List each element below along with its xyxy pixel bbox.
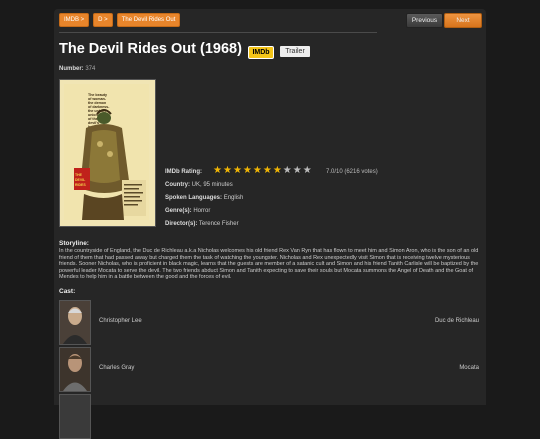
storyline-heading: Storyline:	[59, 240, 89, 247]
breadcrumb-imdb[interactable]: IMDB >	[59, 13, 90, 27]
genres-row: Genre(s): Horror	[165, 208, 210, 214]
star-filled-icon: ★	[252, 165, 262, 176]
movie-number: Number: 374	[59, 66, 95, 72]
cast-name[interactable]: Christopher Lee	[99, 318, 142, 324]
star-empty-icon: ★	[302, 165, 312, 176]
movie-poster: The beauty of woman- the demon of darkne…	[59, 79, 156, 227]
previous-button[interactable]: Previous	[406, 13, 443, 28]
star-filled-icon: ★	[222, 165, 232, 176]
country-label: Country:	[165, 182, 190, 188]
cast-heading: Cast:	[59, 288, 76, 295]
poster-art: The beauty of woman- the demon of darkne…	[64, 84, 149, 220]
languages-label: Spoken Languages:	[165, 195, 223, 201]
cast-photo[interactable]	[59, 394, 91, 439]
breadcrumb: IMDB > D > The Devil Rides Out	[59, 13, 181, 27]
star-filled-icon: ★	[232, 165, 242, 176]
number-label: Number:	[59, 66, 84, 72]
page-title: The Devil Rides Out (1968)	[59, 41, 242, 57]
storyline-text: In the countryside of England, the Duc d…	[59, 248, 479, 281]
star-filled-icon: ★	[272, 165, 282, 176]
rating-label: IMDb Rating:	[165, 169, 202, 175]
breadcrumb-title[interactable]: The Devil Rides Out	[116, 13, 181, 27]
imdb-rating-row: IMDb Rating:	[165, 169, 202, 175]
svg-text:THE: THE	[75, 173, 83, 177]
genres-label: Genre(s):	[165, 208, 192, 214]
svg-text:RIDES: RIDES	[75, 183, 86, 187]
languages-row: Spoken Languages: English	[165, 195, 243, 201]
cast-role: Duc de Richleau	[434, 318, 479, 324]
languages-value: English	[223, 195, 244, 201]
next-button[interactable]: Next	[444, 13, 482, 28]
cast-photo[interactable]	[59, 300, 91, 345]
cast-row: Christopher Lee Duc de Richleau	[59, 300, 479, 345]
directors-value: Terence Fisher	[198, 221, 239, 227]
breadcrumb-letter[interactable]: D >	[93, 13, 113, 27]
cast-name[interactable]: Charles Gray	[99, 365, 134, 371]
star-filled-icon: ★	[213, 165, 222, 176]
number-value: 374	[85, 66, 96, 72]
divider	[59, 32, 377, 33]
rating-stars: ★ ★ ★ ★ ★ ★ ★ ★ ★ ★	[213, 166, 312, 176]
svg-text:DEVIL: DEVIL	[75, 178, 86, 182]
directors-label: Director(s):	[165, 221, 198, 227]
cast-photo[interactable]	[59, 347, 91, 392]
cast-row	[59, 394, 479, 439]
imdb-link-button[interactable]: IMDb	[248, 46, 274, 59]
cast-role: Mocata	[459, 365, 479, 371]
star-filled-icon: ★	[242, 165, 252, 176]
country-value: UK, 95 minutes	[191, 182, 233, 188]
star-empty-icon: ★	[282, 165, 292, 176]
cast-row: Charles Gray Mocata	[59, 347, 479, 392]
directors-row: Director(s): Terence Fisher	[165, 221, 239, 227]
country-row: Country: UK, 95 minutes	[165, 182, 233, 188]
genres-value: Horror	[193, 208, 211, 214]
rating-value: 7.0/10 (6216 votes)	[326, 169, 378, 175]
star-empty-icon: ★	[292, 165, 302, 176]
trailer-button[interactable]: Trailer	[280, 46, 310, 57]
star-filled-icon: ★	[262, 165, 272, 176]
